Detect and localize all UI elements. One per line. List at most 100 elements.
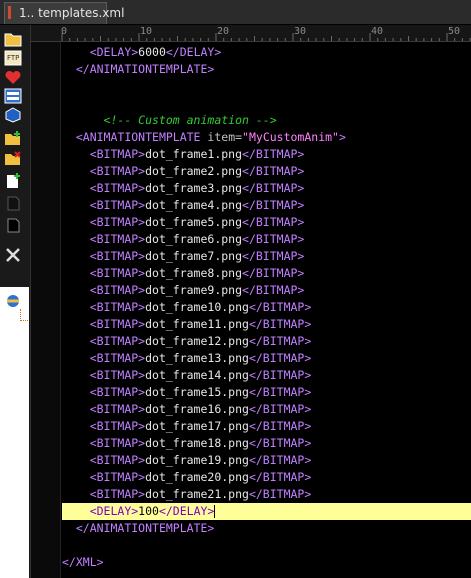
xml-tag: </BITMAP> (248, 436, 312, 450)
tab-templates-xml[interactable]: 1.. templates.xml (4, 2, 124, 24)
tools-icon[interactable] (4, 247, 22, 263)
xml-tag: </ANIMATIONTEMPLATE> (75, 62, 215, 76)
bitmap-line: <BITMAP>dot_frame4.png</BITMAP> (62, 197, 471, 214)
tree-root-icon[interactable] (4, 293, 22, 309)
code-line: <DELAY>6000</DELAY> (62, 44, 471, 61)
bitmap-line: <BITMAP>dot_frame13.png</BITMAP> (62, 350, 471, 367)
xml-tag: </BITMAP> (248, 368, 312, 382)
xml-tag: <BITMAP> (89, 181, 146, 195)
bitmap-filename: dot_frame19.png (145, 453, 249, 467)
code-line: </ANIMATIONTEMPLATE> (62, 61, 471, 78)
folder-icon[interactable] (4, 31, 22, 47)
svg-text:FTP: FTP (7, 54, 19, 62)
xml-tag: </BITMAP> (242, 232, 305, 246)
xml-tag: <BITMAP> (89, 436, 146, 450)
left-sidebar: FTP (0, 25, 31, 578)
bitmap-filename: dot_frame17.png (145, 419, 249, 433)
bitmap-line: <BITMAP>dot_frame18.png</BITMAP> (62, 435, 471, 452)
xml-tag: <BITMAP> (89, 147, 146, 161)
bitmap-filename: dot_frame12.png (145, 334, 249, 348)
new-folder-icon[interactable] (4, 130, 22, 146)
xml-tag: <BITMAP> (89, 198, 146, 212)
xml-tag: </BITMAP> (248, 385, 312, 399)
xml-tag: </ANIMATIONTEMPLATE> (75, 521, 215, 535)
bitmap-filename: dot_frame5.png (145, 215, 243, 229)
bitmap-filename: dot_frame14.png (145, 368, 249, 382)
xml-attribute: item= (207, 130, 243, 144)
xml-tag: <DELAY> (89, 45, 139, 59)
xml-tag: </BITMAP> (248, 300, 312, 314)
ruler-label-50: 50 (448, 26, 461, 37)
black-file-icon[interactable] (4, 195, 22, 211)
xml-tag: <BITMAP> (89, 215, 146, 229)
xml-tag: <BITMAP> (89, 249, 146, 263)
xml-tag: </DELAY> (165, 45, 222, 59)
bitmap-filename: dot_frame21.png (145, 487, 249, 501)
xml-tag: <BITMAP> (89, 368, 146, 382)
bitmap-line: <BITMAP>dot_frame14.png</BITMAP> (62, 367, 471, 384)
xml-tag: </BITMAP> (248, 487, 312, 501)
ftp-icon[interactable]: FTP (4, 50, 22, 66)
xml-tag: </DELAY> (158, 504, 215, 518)
bitmap-line: <BITMAP>dot_frame1.png</BITMAP> (62, 146, 471, 163)
cube-icon[interactable] (4, 107, 22, 123)
new-file-icon[interactable] (4, 173, 22, 189)
xml-tag: <BITMAP> (89, 487, 146, 501)
bitmap-filename: dot_frame9.png (145, 283, 243, 297)
clip-library-icon[interactable] (4, 88, 22, 104)
xml-tag: <BITMAP> (89, 334, 146, 348)
bitmap-filename: dot_frame6.png (145, 232, 243, 246)
xml-text: 100 (138, 504, 159, 518)
text-caret (214, 505, 216, 518)
favorites-heart-icon[interactable] (4, 69, 22, 85)
delete-folder-icon[interactable] (4, 150, 22, 166)
xml-tag: </BITMAP> (248, 334, 312, 348)
bitmap-line: <BITMAP>dot_frame3.png</BITMAP> (62, 180, 471, 197)
ruler-ticks (61, 33, 471, 41)
column-ruler: 0 10 20 30 40 50 (31, 25, 471, 42)
xml-tag: </BITMAP> (248, 470, 312, 484)
code-comment-line: <!-- Custom animation --> (62, 112, 471, 129)
xml-tag: <BITMAP> (89, 453, 146, 467)
modified-indicator (8, 6, 11, 19)
xml-tag: </BITMAP> (242, 249, 305, 263)
xml-tag: <BITMAP> (89, 317, 146, 331)
xml-tag: </BITMAP> (242, 147, 305, 161)
bitmap-line: <BITMAP>dot_frame10.png</BITMAP> (62, 299, 471, 316)
code-area[interactable]: <DELAY>6000</DELAY> </ANIMATIONTEMPLATE>… (62, 42, 471, 578)
xml-comment: <!-- Custom animation --> (103, 113, 277, 127)
xml-tag: </BITMAP> (248, 419, 312, 433)
bitmap-line: <BITMAP>dot_frame15.png</BITMAP> (62, 384, 471, 401)
current-line[interactable]: <DELAY>100</DELAY> (62, 503, 471, 520)
code-editor[interactable]: 0 10 20 30 40 50 <DELAY>6000</DELAY> </A… (31, 25, 471, 578)
bitmap-filename: dot_frame13.png (145, 351, 249, 365)
bitmap-filename: dot_frame15.png (145, 385, 249, 399)
bitmap-line: <BITMAP>dot_frame11.png</BITMAP> (62, 316, 471, 333)
tab-bar: 1.. templates.xml (0, 0, 471, 25)
xml-tag: </BITMAP> (242, 164, 305, 178)
bitmap-line: <BITMAP>dot_frame12.png</BITMAP> (62, 333, 471, 350)
xml-tag: </BITMAP> (242, 181, 305, 195)
xml-tag: <BITMAP> (89, 164, 146, 178)
dark-file-icon[interactable] (4, 217, 22, 233)
bitmap-filename: dot_frame18.png (145, 436, 249, 450)
code-line: <ANIMATIONTEMPLATE item="MyCustomAnim"> (62, 129, 471, 146)
xml-tag: </BITMAP> (248, 317, 312, 331)
xml-tag: </BITMAP> (242, 215, 305, 229)
